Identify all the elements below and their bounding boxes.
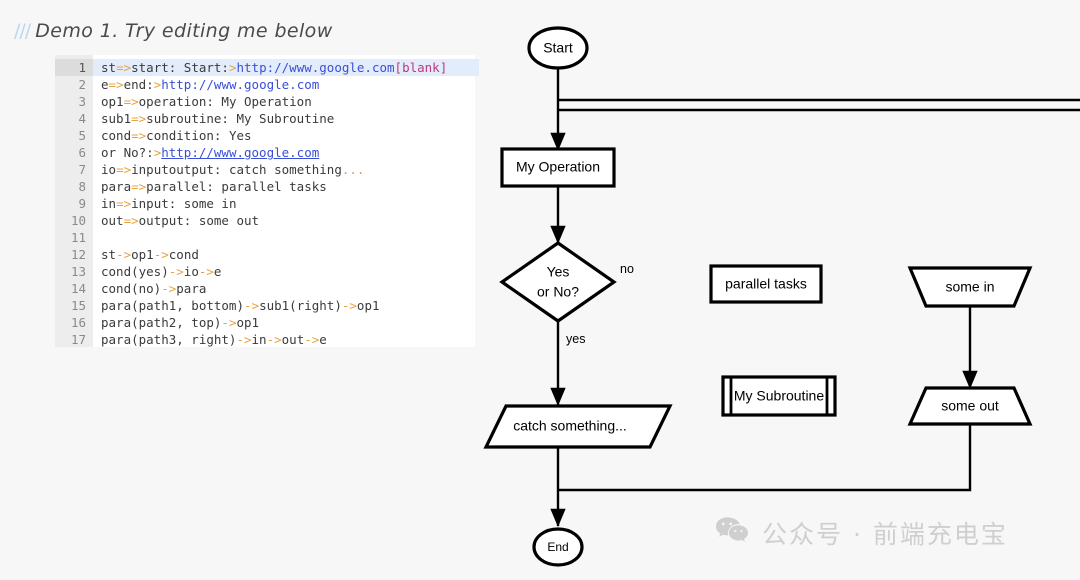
line-number-gutter: 1 2 3 4 5 6 7 8 9 10 11 12 13 14 15 16 1… <box>55 55 93 347</box>
heading-text: Demo 1. Try editing me below <box>35 20 333 42</box>
code-line[interactable]: e=>end:>http://www.google.com <box>101 76 475 93</box>
code-line[interactable]: cond(no)->para <box>101 280 475 297</box>
node-start-label: Start <box>543 40 573 56</box>
node-end-label: End <box>547 540 568 554</box>
line-number: 9 <box>78 196 86 211</box>
line-number: 4 <box>78 111 86 126</box>
line-number: 5 <box>78 128 86 143</box>
code-line[interactable]: para(path2, top)->op1 <box>101 314 475 331</box>
code-line[interactable]: out=>output: some out <box>101 212 475 229</box>
code-line[interactable]: or No?:>http://www.google.com <box>101 144 475 161</box>
line-number: 10 <box>70 213 86 228</box>
node-condition-label-line1: Yes <box>547 264 570 280</box>
watermark-text: 公众号 · 前端充电宝 <box>762 520 1008 549</box>
flowchart-diagram: Start My Operation Yes or No? no yes par… <box>480 0 1080 580</box>
code-line[interactable]: in=>input: some in <box>101 195 475 212</box>
node-subroutine-label: My Subroutine <box>734 388 824 404</box>
line-number: 3 <box>78 94 86 109</box>
line-number: 14 <box>70 281 86 296</box>
node-output-label: some out <box>941 398 999 414</box>
line-number: 7 <box>78 162 86 177</box>
code-text-area[interactable]: st=>start: Start:>http://www.google.com[… <box>93 55 479 348</box>
line-number: 11 <box>70 230 86 245</box>
heading-slashes: /// <box>14 20 31 42</box>
code-line[interactable]: para(path1, bottom)->sub1(right)->op1 <box>101 297 475 314</box>
code-line[interactable]: para(path3, right)->in->out->e <box>101 331 475 348</box>
code-line[interactable]: op1=>operation: My Operation <box>101 93 475 110</box>
node-condition-label-line2: or No? <box>537 284 579 300</box>
line-number: 13 <box>70 264 86 279</box>
code-line[interactable]: st=>start: Start:>http://www.google.com[… <box>93 59 479 76</box>
line-number: 6 <box>78 145 86 160</box>
code-line[interactable]: cond=>condition: Yes <box>101 127 475 144</box>
node-condition-diamond[interactable] <box>499 241 617 323</box>
edge-label-yes: yes <box>566 332 585 346</box>
node-inputoutput-label: catch something... <box>513 418 627 434</box>
code-line[interactable]: cond(yes)->io->e <box>101 263 475 280</box>
code-line[interactable] <box>101 229 475 246</box>
line-number: 2 <box>78 77 86 92</box>
edge-return-bus-inner <box>558 108 1080 112</box>
line-number: 1 <box>55 59 93 76</box>
line-number: 15 <box>70 298 86 313</box>
node-input-label: some in <box>945 279 994 295</box>
edge-return-bus-outer <box>558 98 1080 102</box>
node-operation-label: My Operation <box>516 159 600 175</box>
editor-panel: ///Demo 1. Try editing me below 1 2 3 4 … <box>0 0 480 580</box>
code-line[interactable]: sub1=>subroutine: My Subroutine <box>101 110 475 127</box>
code-line[interactable]: io=>inputoutput: catch something... <box>101 161 475 178</box>
edge-label-no: no <box>620 262 634 276</box>
code-line[interactable]: para=>parallel: parallel tasks <box>101 178 475 195</box>
node-parallel-label: parallel tasks <box>725 276 807 292</box>
line-number: 8 <box>78 179 86 194</box>
line-number: 17 <box>70 332 86 347</box>
code-editor[interactable]: 1 2 3 4 5 6 7 8 9 10 11 12 13 14 15 16 1… <box>55 55 479 348</box>
line-number: 12 <box>70 247 86 262</box>
page-title: ///Demo 1. Try editing me below <box>14 20 333 42</box>
watermark: 公众号 · 前端充电宝 <box>715 515 1008 551</box>
code-line[interactable]: st->op1->cond <box>101 246 475 263</box>
line-number: 16 <box>70 315 86 330</box>
wechat-icon <box>715 516 749 550</box>
